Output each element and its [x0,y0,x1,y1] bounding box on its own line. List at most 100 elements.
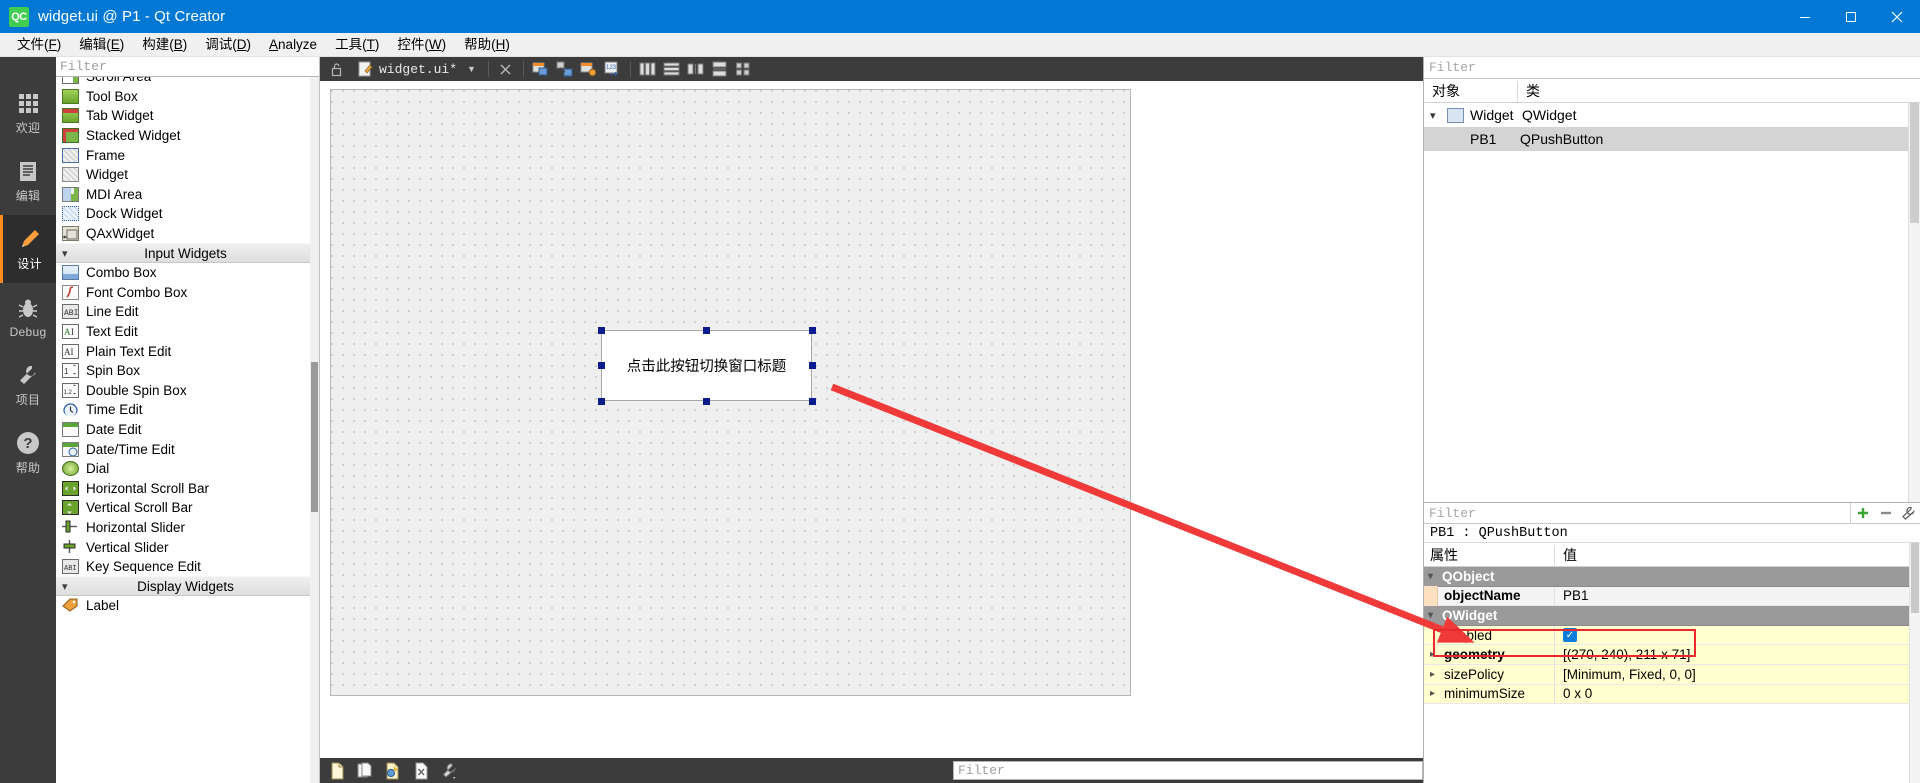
selection-handle-bottom-left[interactable] [597,397,605,405]
form-canvas-area[interactable]: 点击此按钮切换窗口标题 [320,81,1423,758]
menu-item-7[interactable]: 控件(W) [388,34,455,56]
widget-item-line-edit[interactable]: ABI Line Edit [56,302,319,322]
property-row-minimumsize[interactable]: ▸ minimumSize 0 x 0 [1424,684,1920,705]
widget-box-filter-input[interactable]: Filter [56,57,319,77]
property-group-qobject[interactable]: ▾ QObject [1424,567,1920,587]
wrench-icon[interactable] [1897,503,1920,524]
widget-box-scrollbar-thumb[interactable] [311,362,318,512]
selection-handle-top-right[interactable] [808,326,816,334]
chevron-down-icon[interactable]: ▾ [1428,571,1442,582]
widget-item-label[interactable]: Label [56,596,319,616]
copy-icon[interactable] [356,761,374,780]
object-inspector-scrollbar[interactable] [1908,103,1920,502]
widget-item-combo-box[interactable]: Combo Box [56,263,319,283]
new-file-icon[interactable] [328,761,346,780]
widget-item-tab-widget[interactable]: Tab Widget [56,106,319,126]
widget-item-scroll-area[interactable]: Scroll Area [56,77,319,87]
property-value-cell[interactable] [1554,567,1920,586]
selection-handle-middle-right[interactable] [808,361,816,369]
widget-item-key-sequence-edit[interactable]: ABI Key Sequence Edit [56,557,319,577]
widget-item-qaxwidget[interactable]: QAxWidget [56,224,319,244]
object-inspector[interactable]: 对象 类 ▾ Widget QWidget PB1 QPushButton [1424,79,1920,502]
widget-item-font-combo-box[interactable]: Font Combo Box [56,283,319,303]
delete-icon[interactable] [412,761,430,780]
chevron-right-icon[interactable]: ▸ [1430,669,1444,680]
layout-horizontally-icon[interactable] [637,59,659,79]
minus-icon[interactable] [1874,503,1897,524]
property-row-sizepolicy[interactable]: ▸ sizePolicy [Minimum, Fixed, 0, 0] [1424,664,1920,685]
mode-项目[interactable]: 项目 [0,351,56,419]
selection-handle-middle-left[interactable] [597,361,605,369]
layout-splitter-vertical-icon[interactable] [709,59,731,79]
chevron-down-icon[interactable]: ▾ [1430,109,1447,122]
property-value-cell[interactable] [1554,606,1920,625]
widget-item-double-spin-box[interactable]: 1.2 Double Spin Box [56,381,319,401]
mode-帮助[interactable]: ? 帮助 [0,419,56,487]
widget-item-widget[interactable]: Widget [56,165,319,185]
menu-item-4[interactable]: 调试(D) [196,34,260,56]
widget-item-plain-text-edit[interactable]: AI Plain Text Edit [56,341,319,361]
settings-wrench-icon[interactable] [440,761,458,780]
object-tree-row-pb1[interactable]: PB1 QPushButton [1424,127,1920,151]
chevron-right-icon[interactable]: ▸ [1430,688,1444,699]
layout-splitter-horizontal-icon[interactable] [685,59,707,79]
signal-slot-filter-input[interactable]: Filter [953,761,1423,780]
layout-vertically-icon[interactable] [661,59,683,79]
property-table-scrollbar[interactable] [1909,543,1920,783]
widget-item-stacked-widget[interactable]: Stacked Widget [56,126,319,146]
widget-item-dial[interactable]: Dial [56,459,319,479]
menu-item-3[interactable]: 构建(B) [133,34,196,56]
maximize-button[interactable] [1828,0,1874,33]
chevron-down-icon[interactable]: ▼ [467,64,476,74]
mode-编辑[interactable]: 编辑 [0,147,56,215]
widget-item-text-edit[interactable]: A I Text Edit [56,322,319,342]
widget-item-dock-widget[interactable]: Dock Widget [56,204,319,224]
close-icon[interactable] [495,59,517,79]
property-value-cell[interactable]: [Minimum, Fixed, 0, 0] [1554,664,1920,684]
layout-in-grid-icon[interactable] [733,59,755,79]
menu-item-6[interactable]: 工具(T) [326,34,388,56]
selection-handle-bottom-center[interactable] [702,397,710,405]
unlock-icon[interactable] [326,59,348,79]
edit-signals-slots-icon[interactable] [554,59,576,79]
menu-item-1[interactable]: 文件(F) [8,34,70,56]
widget-item-date-time-edit[interactable]: Date/Time Edit [56,439,319,459]
property-editor-filter-input[interactable]: Filter [1424,503,1851,523]
widget-category-display-widgets[interactable]: ▾ Display Widgets [56,576,319,597]
mode-Debug[interactable]: Debug [0,283,56,351]
close-button[interactable] [1874,0,1920,33]
widget-item-frame[interactable]: Frame [56,145,319,165]
property-editor-table[interactable]: 属性 值 ▾ QObject objectName PB1 ▾ QWidget enable… [1424,543,1920,783]
edit-widgets-icon[interactable] [530,59,552,79]
widget-item-time-edit[interactable]: Time Edit [56,400,319,420]
form-widget-canvas[interactable]: 点击此按钮切换窗口标题 [330,89,1131,696]
chevron-down-icon[interactable]: ▾ [62,247,78,260]
widget-item-horizontal-slider[interactable]: Horizontal Slider [56,518,319,538]
selection-handle-top-center[interactable] [702,326,710,334]
widget-item-vertical-slider[interactable]: Vertical Slider [56,537,319,557]
widget-item-vertical-scroll-bar[interactable]: Vertical Scroll Bar [56,498,319,518]
object-inspector-scrollbar-thumb[interactable] [1910,103,1919,223]
object-inspector-filter-input[interactable]: Filter [1424,57,1920,79]
property-value-cell[interactable]: PB1 [1554,586,1920,606]
resource-browser-icon[interactable] [384,761,402,780]
menu-item-2[interactable]: 编辑(E) [70,34,133,56]
widget-item-tool-box[interactable]: Tool Box [56,87,319,107]
object-tree-row-widget[interactable]: ▾ Widget QWidget [1424,103,1920,127]
widget-item-date-edit[interactable]: Date Edit [56,420,319,440]
widget-item-horizontal-scroll-bar[interactable]: Horizontal Scroll Bar [56,478,319,498]
property-table-scrollbar-thumb[interactable] [1911,543,1919,613]
chevron-down-icon[interactable]: ▾ [62,580,78,593]
property-group-qwidget[interactable]: ▾ QWidget [1424,606,1920,626]
chevron-down-icon[interactable]: ▾ [1428,610,1442,621]
selection-handle-top-left[interactable] [597,326,605,334]
mode-欢迎[interactable]: 欢迎 [0,79,56,147]
property-value-cell[interactable]: 0 x 0 [1554,684,1920,704]
property-row-objectname[interactable]: objectName PB1 [1424,586,1920,607]
form-pushbutton[interactable]: 点击此按钮切换窗口标题 [601,330,812,401]
minimize-button[interactable] [1782,0,1828,33]
widget-box-scrollbar[interactable] [310,77,319,783]
selection-handle-bottom-right[interactable] [808,397,816,405]
mode-设计[interactable]: 设计 [0,215,56,283]
menu-item-5[interactable]: Analyze [260,34,326,56]
